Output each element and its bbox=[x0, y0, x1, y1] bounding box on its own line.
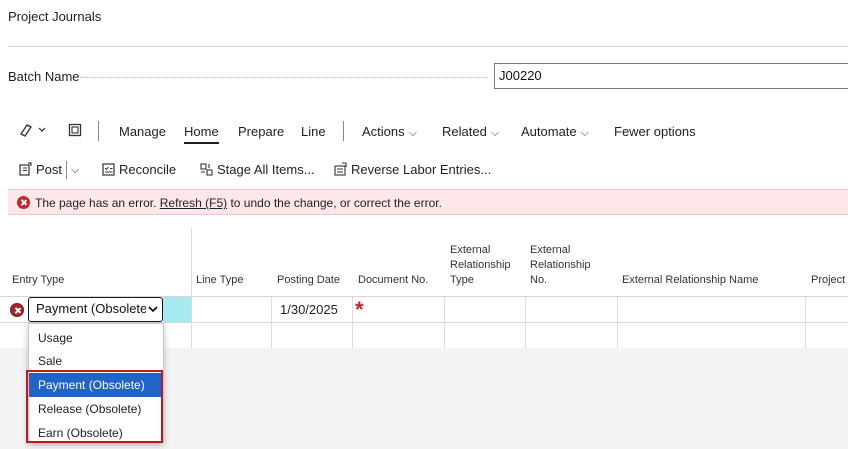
line-type-cell-highlight[interactable] bbox=[163, 297, 191, 322]
tab-home[interactable]: Home bbox=[184, 124, 219, 139]
column-header-external-relationship-no[interactable]: External Relationship No. bbox=[530, 243, 600, 288]
batch-name-input[interactable]: J00220 bbox=[494, 63, 848, 89]
column-divider bbox=[191, 228, 192, 348]
stage-items-icon bbox=[200, 163, 213, 176]
batch-name-leader-dots bbox=[80, 77, 488, 78]
tab-home-active-indicator bbox=[184, 142, 219, 144]
menu-automate[interactable]: Automate ⌵ bbox=[521, 124, 589, 140]
post-label: Post bbox=[36, 162, 63, 177]
entry-type-select[interactable]: Payment (Obsolete) bbox=[28, 297, 163, 322]
reverse-labor-entries-button[interactable]: Reverse Labor Entries... bbox=[333, 162, 491, 177]
dropdown-option-sale[interactable]: Sale bbox=[29, 349, 163, 373]
action-bar: Manage Home Prepare Line Actions ⌵ Relate… bbox=[0, 118, 848, 146]
post-split-separator bbox=[66, 161, 67, 179]
entry-type-value: Payment (Obsolete) bbox=[36, 301, 152, 316]
reconcile-button[interactable]: Reconcile bbox=[101, 162, 176, 177]
column-header-document-no[interactable]: Document No. bbox=[358, 273, 428, 288]
column-header-external-relationship-type[interactable]: External Relationship Type bbox=[450, 243, 520, 288]
tab-prepare[interactable]: Prepare bbox=[238, 124, 284, 139]
edit-list-icon[interactable] bbox=[18, 122, 48, 141]
refresh-link[interactable]: Refresh (F5) bbox=[160, 196, 227, 210]
action-bar-separator bbox=[98, 121, 99, 141]
stage-all-items-label: Stage All Items... bbox=[217, 162, 315, 177]
stage-all-items-button[interactable]: Stage All Items... bbox=[199, 162, 315, 177]
dropdown-option-payment-obsolete[interactable]: Payment (Obsolete) bbox=[29, 373, 163, 397]
dropdown-option-earn-obsolete[interactable]: Earn (Obsolete) bbox=[29, 421, 163, 445]
batch-name-label: Batch Name bbox=[8, 69, 80, 84]
menu-related[interactable]: Related ⌵ bbox=[442, 124, 499, 140]
reconcile-label: Reconcile bbox=[119, 162, 177, 177]
reconcile-icon bbox=[102, 163, 115, 176]
grid-header: Entry Type Line Type Posting Date Docume… bbox=[0, 228, 848, 296]
error-message: The page has an error. Refresh (F5) to u… bbox=[35, 196, 442, 210]
post-icon bbox=[19, 162, 32, 176]
dropdown-option-release-obsolete[interactable]: Release (Obsolete) bbox=[29, 397, 163, 421]
reverse-labor-entries-label: Reverse Labor Entries... bbox=[351, 162, 492, 177]
error-icon bbox=[17, 196, 30, 209]
menu-related-label: Related bbox=[442, 124, 487, 139]
column-header-external-relationship-name[interactable]: External Relationship Name bbox=[622, 273, 758, 288]
menu-automate-label: Automate bbox=[521, 124, 577, 139]
page-title: Project Journals bbox=[8, 9, 102, 24]
menu-actions[interactable]: Actions ⌵ bbox=[362, 124, 417, 140]
chevron-down-icon: ⌵ bbox=[408, 127, 417, 139]
error-message-suffix: to undo the change, or correct the error… bbox=[230, 196, 442, 210]
open-in-new-window-icon[interactable] bbox=[68, 123, 82, 140]
column-header-line-type[interactable]: Line Type bbox=[196, 273, 244, 288]
column-header-project[interactable]: Project bbox=[811, 273, 845, 288]
row-error-icon[interactable] bbox=[10, 303, 24, 317]
chevron-down-icon: ⌵ bbox=[580, 127, 589, 139]
tab-line[interactable]: Line bbox=[301, 124, 326, 139]
column-header-posting-date[interactable]: Posting Date bbox=[277, 273, 340, 288]
required-field-marker: * bbox=[355, 297, 364, 322]
reverse-entries-icon bbox=[334, 162, 347, 176]
entry-type-dropdown: Usage Sale Payment (Obsolete) Release (O… bbox=[28, 323, 164, 443]
title-divider bbox=[8, 46, 848, 47]
command-bar: Post ⌵ Reconcile Stage All Items... Reve… bbox=[0, 157, 848, 183]
error-banner: The page has an error. Refresh (F5) to u… bbox=[8, 189, 848, 215]
menu-actions-label: Actions bbox=[362, 124, 405, 139]
posting-date-cell[interactable]: 1/30/2025 bbox=[280, 302, 338, 317]
chevron-down-icon: ⌵ bbox=[490, 127, 500, 139]
error-message-prefix: The page has an error. bbox=[35, 196, 157, 210]
column-header-entry-type[interactable]: Entry Type bbox=[12, 273, 64, 288]
post-dropdown-chevron-icon[interactable]: ⌵ bbox=[71, 164, 79, 177]
post-button[interactable]: Post bbox=[18, 162, 62, 177]
tab-manage[interactable]: Manage bbox=[119, 124, 166, 139]
dropdown-option-usage[interactable]: Usage bbox=[29, 326, 163, 350]
chevron-down-icon bbox=[146, 298, 160, 320]
action-bar-separator bbox=[343, 121, 344, 141]
fewer-options-button[interactable]: Fewer options bbox=[614, 124, 696, 139]
